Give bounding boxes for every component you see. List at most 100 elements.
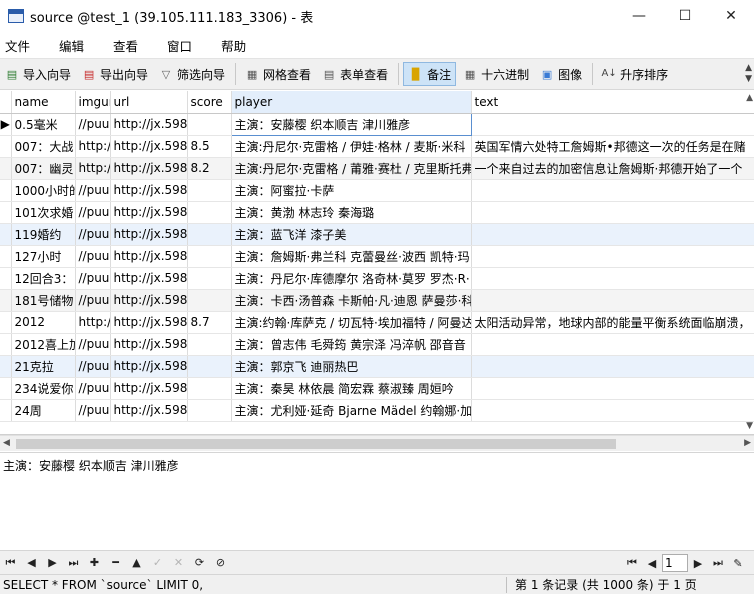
cell-name[interactable]: 24周 bbox=[11, 399, 76, 422]
cell-url[interactable]: http://jx.598 bbox=[110, 311, 188, 334]
table-row[interactable]: 181号储物 //puu http://jx.598 主演：卡西·汤普森 卡斯帕… bbox=[0, 289, 754, 312]
cell-score[interactable] bbox=[187, 289, 232, 312]
cell-text[interactable] bbox=[471, 289, 754, 312]
table-row[interactable]: 127小时 //puu http://jx.598 主演：詹姆斯·弗兰科 克蕾曼… bbox=[0, 245, 754, 268]
image-button[interactable]: ▣ 图像 bbox=[535, 62, 586, 86]
cell-imgurl[interactable]: //puu bbox=[75, 267, 111, 290]
table-row[interactable]: ▶ 0.5毫米 //puu http://jx.598 主演：安藤樱 织本顺吉 … bbox=[0, 112, 754, 136]
cell-name[interactable]: 2012喜上加 bbox=[11, 333, 76, 356]
cell-player[interactable]: 主演：卡西·汤普森 卡斯帕·凡·迪恩 萨曼莎·科 bbox=[231, 289, 472, 312]
cell-name[interactable]: 12回合3： bbox=[11, 267, 76, 290]
cell-name[interactable]: 1000小时的 bbox=[11, 179, 76, 202]
last-page-icon[interactable]: ⏭ bbox=[708, 553, 728, 573]
delete-record-icon[interactable]: ━ bbox=[105, 553, 126, 573]
cell-text[interactable]: 英国军情六处特工詹姆斯•邦德这一次的任务是在赌 bbox=[471, 135, 754, 158]
minimize-button[interactable]: — bbox=[616, 0, 662, 32]
table-row[interactable]: 2012 http:/ http://jx.598 8.7 主演:约翰·库萨克 … bbox=[0, 311, 754, 334]
prev-record-icon[interactable]: ◀ bbox=[21, 553, 42, 573]
cell-name[interactable]: 21克拉 bbox=[11, 355, 76, 378]
cell-text[interactable] bbox=[471, 267, 754, 290]
cell-text[interactable]: 太阳活动异常，地球内部的能量平衡系统面临崩溃， bbox=[471, 311, 754, 334]
table-row[interactable]: 119婚约 //puu http://jx.598 主演：蓝飞洋 漆子美 bbox=[0, 223, 754, 246]
export-wizard-button[interactable]: ▤ 导出向导 bbox=[77, 62, 152, 86]
toolbar-overflow-icon[interactable]: ▲ ▼ bbox=[745, 63, 752, 85]
menu-edit[interactable]: 编辑 bbox=[54, 36, 94, 55]
table-row[interactable]: 007：大战 http:/ http://jx.598 8.5 主演:丹尼尔·克… bbox=[0, 135, 754, 158]
first-page-icon[interactable]: ⏮ bbox=[622, 553, 642, 573]
apply-record-icon[interactable]: ✓ bbox=[147, 553, 168, 573]
cell-player[interactable]: 主演:约翰·库萨克 / 切瓦特·埃加福特 / 阿曼达 bbox=[231, 311, 472, 334]
cell-name[interactable]: 007：大战 bbox=[11, 135, 76, 158]
cell-text[interactable] bbox=[471, 333, 754, 356]
cell-url[interactable]: http://jx.598 bbox=[110, 179, 188, 202]
cell-url[interactable]: http://jx.598 bbox=[110, 399, 188, 422]
cell-player[interactable]: 主演:丹尼尔·克雷格 / 莆雅·赛杜 / 克里斯托弗 bbox=[231, 157, 472, 180]
cancel-record-icon[interactable]: ✕ bbox=[168, 553, 189, 573]
form-view-button[interactable]: ▤ 表单查看 bbox=[317, 62, 392, 86]
add-record-icon[interactable]: ✚ bbox=[84, 553, 105, 573]
cell-imgurl[interactable]: http:/ bbox=[75, 157, 111, 180]
cell-name[interactable]: 2012 bbox=[11, 311, 76, 334]
last-record-icon[interactable]: ⏭ bbox=[63, 553, 84, 573]
vertical-scrollbar[interactable]: ▲ ▼ bbox=[742, 91, 754, 435]
cell-text[interactable] bbox=[471, 355, 754, 378]
cell-url[interactable]: http://jx.598 bbox=[110, 157, 188, 180]
cell-player[interactable]: 主演：郭京飞 迪丽热巴 bbox=[231, 355, 472, 378]
cell-url[interactable]: http://jx.598 bbox=[110, 333, 188, 356]
cell-score[interactable] bbox=[187, 113, 232, 136]
table-row[interactable]: 101次求婚 //puu http://jx.598 主演：黄渤 林志玲 秦海璐 bbox=[0, 201, 754, 224]
next-page-icon[interactable]: ▶ bbox=[688, 553, 708, 573]
cell-player[interactable]: 主演：丹尼尔·库德摩尔 洛奇林·莫罗 罗杰·R· bbox=[231, 267, 472, 290]
page-settings-icon[interactable]: ✎ bbox=[728, 553, 748, 573]
cell-text[interactable] bbox=[471, 113, 754, 136]
cell-name[interactable]: 119婚约 bbox=[11, 223, 76, 246]
cell-name[interactable]: 101次求婚 bbox=[11, 201, 76, 224]
cell-score[interactable] bbox=[187, 399, 232, 422]
cell-score[interactable] bbox=[187, 355, 232, 378]
table-row[interactable]: 21克拉 //puu http://jx.598 主演：郭京飞 迪丽热巴 bbox=[0, 355, 754, 378]
column-header-score[interactable]: score bbox=[187, 91, 232, 114]
import-wizard-button[interactable]: ▤ 导入向导 bbox=[0, 62, 75, 86]
cell-url[interactable]: http://jx.598 bbox=[110, 289, 188, 312]
cell-text[interactable] bbox=[471, 223, 754, 246]
cell-imgurl[interactable]: http:/ bbox=[75, 311, 111, 334]
cell-url[interactable]: http://jx.598 bbox=[110, 377, 188, 400]
cell-score[interactable] bbox=[187, 201, 232, 224]
cell-text[interactable] bbox=[471, 245, 754, 268]
table-row[interactable]: 007：幽灵 http:/ http://jx.598 8.2 主演:丹尼尔·克… bbox=[0, 157, 754, 180]
cell-url[interactable]: http://jx.598 bbox=[110, 267, 188, 290]
edit-record-icon[interactable]: ▲ bbox=[126, 553, 147, 573]
cell-url[interactable]: http://jx.598 bbox=[110, 223, 188, 246]
close-button[interactable]: ✕ bbox=[708, 0, 754, 32]
grid-view-button[interactable]: ▦ 网格查看 bbox=[240, 62, 315, 86]
cell-score[interactable]: 8.7 bbox=[187, 311, 232, 334]
sort-ascending-button[interactable]: A↓ 升序排序 bbox=[597, 62, 672, 86]
cell-score[interactable] bbox=[187, 179, 232, 202]
cell-imgurl[interactable]: //puu bbox=[75, 201, 111, 224]
cell-player-editing[interactable]: 主演：安藤樱 织本顺吉 津川雅彦 bbox=[230, 112, 472, 136]
cell-name[interactable]: 0.5毫米 bbox=[11, 113, 76, 136]
scroll-right-icon[interactable]: ▶ bbox=[744, 438, 751, 448]
scroll-down-icon[interactable]: ▼ bbox=[746, 421, 753, 431]
column-header-imgurl[interactable]: imgurl bbox=[75, 91, 111, 114]
cell-player[interactable]: 主演：秦昊 林依晨 简宏霖 蔡淑臻 周姮吟 bbox=[231, 377, 472, 400]
cell-text[interactable] bbox=[471, 201, 754, 224]
cell-score[interactable]: 8.2 bbox=[187, 157, 232, 180]
cell-score[interactable] bbox=[187, 245, 232, 268]
menu-help[interactable]: 帮助 bbox=[216, 36, 256, 55]
menu-view[interactable]: 查看 bbox=[108, 36, 148, 55]
next-record-icon[interactable]: ▶ bbox=[42, 553, 63, 573]
cell-text[interactable] bbox=[471, 399, 754, 422]
table-row[interactable]: 24周 //puu http://jx.598 主演：尤利娅·延奇 Bjarne… bbox=[0, 399, 754, 422]
table-row[interactable]: 1000小时的 //puu http://jx.598 主演：阿蜜拉·卡萨 bbox=[0, 179, 754, 202]
cell-name[interactable]: 181号储物 bbox=[11, 289, 76, 312]
cell-imgurl[interactable]: http:/ bbox=[75, 135, 111, 158]
cell-score[interactable] bbox=[187, 223, 232, 246]
column-header-player[interactable]: player bbox=[231, 91, 472, 114]
hex-button[interactable]: ▦ 十六进制 bbox=[458, 62, 533, 86]
scroll-left-icon[interactable]: ◀ bbox=[3, 438, 10, 448]
cell-imgurl[interactable]: //puu bbox=[75, 113, 111, 136]
cell-url[interactable]: http://jx.598 bbox=[110, 245, 188, 268]
cell-player[interactable]: 主演：尤利娅·延奇 Bjarne Mädel 约翰娜·加 bbox=[231, 399, 472, 422]
cell-player[interactable]: 主演:丹尼尔·克雷格 / 伊娃·格林 / 麦斯·米科 bbox=[231, 135, 472, 158]
